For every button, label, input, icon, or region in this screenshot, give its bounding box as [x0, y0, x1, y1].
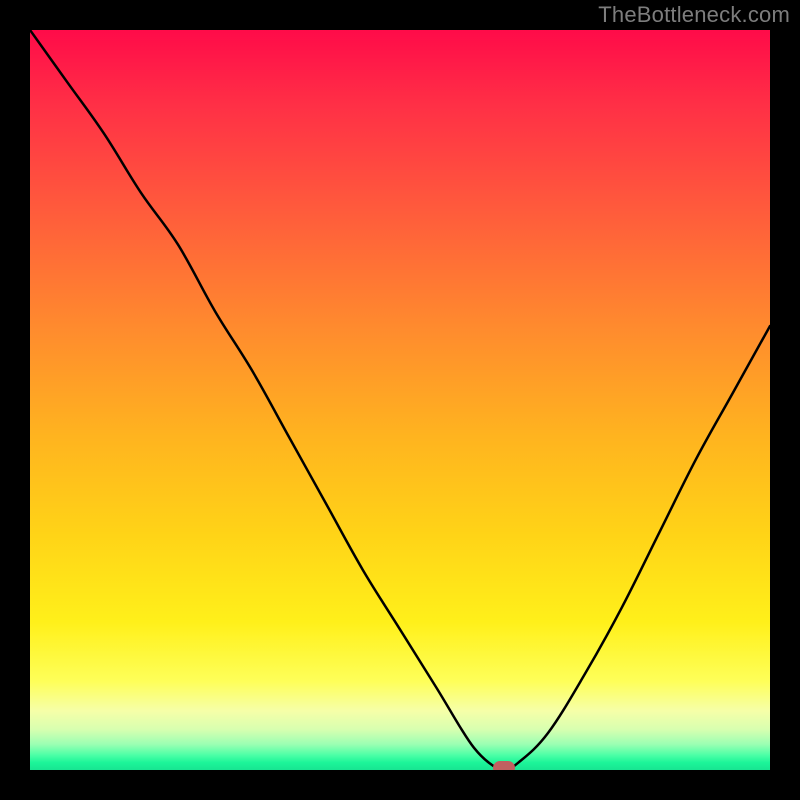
bottleneck-curve — [30, 30, 770, 770]
plot-area — [30, 30, 770, 770]
minimum-marker — [493, 761, 515, 770]
chart-frame: TheBottleneck.com — [0, 0, 800, 800]
watermark-text: TheBottleneck.com — [598, 2, 790, 28]
